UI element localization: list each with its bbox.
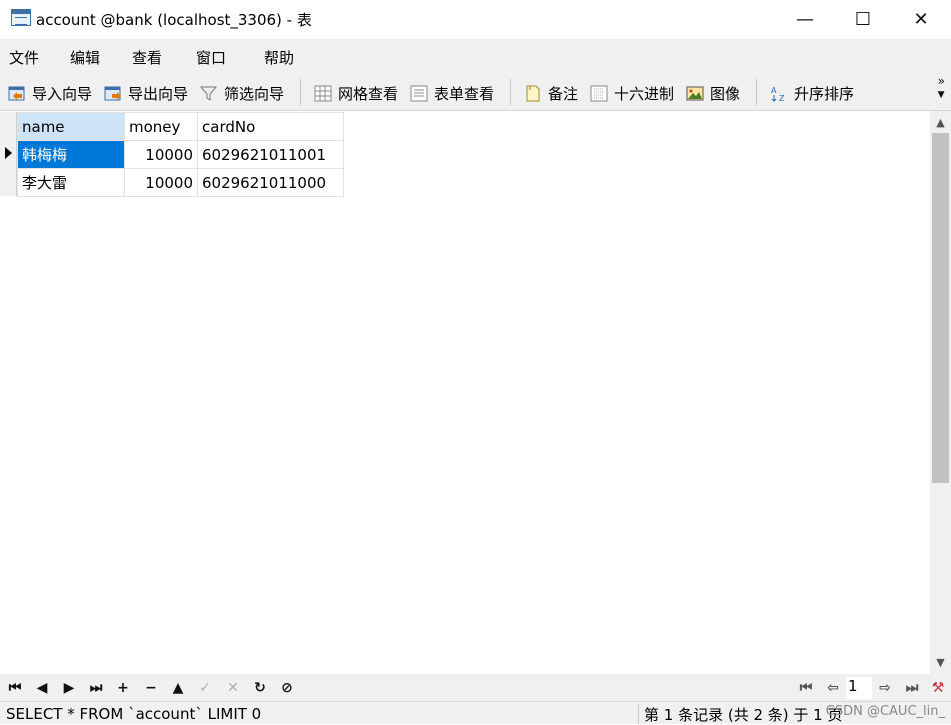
maximize-button[interactable]: ☐: [834, 0, 892, 39]
menu-help[interactable]: 帮助: [264, 47, 294, 68]
memo-label: 备注: [548, 84, 579, 103]
import-wizard-button[interactable]: 导入向导: [8, 82, 92, 104]
form-view-label: 表单查看: [434, 84, 495, 103]
hex-label: 十六进制: [614, 84, 675, 103]
svg-text:Z: Z: [779, 94, 785, 102]
export-icon: [104, 85, 122, 102]
hex-icon: [590, 85, 608, 102]
delete-record-icon[interactable]: −: [140, 677, 162, 699]
export-label: 导出向导: [128, 84, 189, 103]
filter-wizard-button[interactable]: 筛选向导: [199, 82, 285, 104]
table-window: account @bank (localhost_3306) - 表 — ☐ ✕…: [0, 0, 951, 724]
close-button[interactable]: ✕: [892, 0, 950, 39]
toolbar-divider: [510, 79, 511, 105]
hex-button[interactable]: 十六进制: [590, 82, 674, 104]
table-row[interactable]: 韩梅梅 10000 6029621011001: [17, 140, 344, 169]
data-grid[interactable]: name money cardNo 韩梅梅 10000 602962101100…: [0, 111, 930, 674]
apply-changes-icon[interactable]: ✓: [194, 677, 216, 699]
column-header-row: name money cardNo: [17, 112, 344, 141]
vertical-scrollbar[interactable]: ▲ ▼: [930, 111, 951, 674]
menu-window[interactable]: 窗口: [196, 47, 226, 68]
scroll-down-icon[interactable]: ▼: [930, 656, 951, 669]
svg-text:A: A: [771, 86, 777, 95]
refresh-icon[interactable]: ↻: [249, 677, 271, 699]
column-header-name[interactable]: name: [17, 112, 125, 141]
discard-changes-icon[interactable]: ✕: [222, 677, 244, 699]
minimize-button[interactable]: —: [776, 0, 834, 39]
import-label: 导入向导: [32, 84, 93, 103]
stop-icon[interactable]: ⊘: [276, 677, 298, 699]
window-title: account @bank (localhost_3306) - 表: [36, 11, 312, 29]
menu-bar: 文件 编辑 查看 窗口 帮助: [0, 39, 951, 73]
next-record-icon[interactable]: ▶: [58, 677, 80, 699]
record-count-text: 第 1 条记录 (共 2 条) 于 1 页: [638, 704, 842, 724]
import-icon: [8, 85, 26, 102]
image-button[interactable]: 图像: [686, 82, 740, 104]
next-page-icon[interactable]: ⇨: [874, 677, 896, 699]
cell-name[interactable]: 韩梅梅: [17, 140, 125, 169]
menu-file[interactable]: 文件: [9, 47, 39, 68]
table-icon: [11, 9, 31, 26]
column-header-money[interactable]: money: [124, 112, 198, 141]
grid-icon: [314, 85, 332, 102]
record-navigation-bar: ⏮ ◀ ▶ ⏭ + − ▲ ✓ ✕ ↻ ⊘ ⏮ ⇦ 1 ⇨ ⏭ ⚒: [0, 674, 951, 701]
previous-page-icon[interactable]: ⇦: [822, 677, 844, 699]
last-page-icon[interactable]: ⏭: [901, 677, 923, 699]
toolbar-divider: [300, 79, 301, 105]
page-number-input[interactable]: 1: [846, 677, 872, 699]
settings-tools-icon[interactable]: ⚒: [927, 677, 949, 699]
toolbar-divider: [756, 79, 757, 105]
records-table: name money cardNo 韩梅梅 10000 602962101100…: [17, 112, 344, 197]
grid-view-label: 网格查看: [338, 84, 399, 103]
table-row[interactable]: 李大雷 10000 6029621011000: [17, 168, 344, 197]
current-row-indicator-icon: [5, 147, 12, 159]
toolbar-overflow-button[interactable]: » ▼: [938, 75, 945, 101]
scrollbar-thumb[interactable]: [932, 133, 949, 483]
column-header-cardno[interactable]: cardNo: [197, 112, 344, 141]
first-page-icon[interactable]: ⏮: [795, 677, 817, 699]
dropdown-arrow-icon: ▼: [937, 90, 945, 100]
cell-cardno[interactable]: 6029621011001: [197, 140, 344, 169]
sort-ascending-button[interactable]: AZ 升序排序: [770, 82, 854, 104]
add-record-icon[interactable]: +: [112, 677, 134, 699]
cell-name[interactable]: 李大雷: [17, 168, 125, 197]
filter-label: 筛选向导: [224, 84, 285, 103]
menu-view[interactable]: 查看: [132, 47, 162, 68]
title-bar: account @bank (localhost_3306) - 表 — ☐ ✕: [0, 0, 951, 39]
menu-edit[interactable]: 编辑: [70, 47, 100, 68]
scroll-up-icon[interactable]: ▲: [930, 116, 951, 129]
sort-ascending-icon: AZ: [770, 85, 788, 103]
filter-icon: [199, 85, 218, 102]
form-icon: [410, 85, 428, 102]
cell-money[interactable]: 10000: [124, 168, 198, 197]
image-label: 图像: [710, 84, 741, 103]
chevron-right-icon: »: [937, 74, 945, 88]
grid-view-button[interactable]: 网格查看: [314, 82, 398, 104]
form-view-button[interactable]: 表单查看: [410, 82, 494, 104]
export-wizard-button[interactable]: 导出向导: [104, 82, 188, 104]
sort-ascending-label: 升序排序: [794, 84, 855, 103]
image-icon: [686, 85, 704, 102]
status-bar: SELECT * FROM `account` LIMIT 0 第 1 条记录 …: [0, 701, 951, 724]
sql-query-text: SELECT * FROM `account` LIMIT 0: [6, 705, 262, 723]
memo-button[interactable]: 备注: [524, 82, 578, 104]
first-record-icon[interactable]: ⏮: [4, 677, 26, 699]
last-record-icon[interactable]: ⏭: [85, 677, 107, 699]
move-up-icon[interactable]: ▲: [167, 677, 189, 699]
watermark: CSDN @CAUC_lin_: [825, 704, 945, 719]
previous-record-icon[interactable]: ◀: [31, 677, 53, 699]
toolbar: 导入向导 导出向导 筛选向导 网格查看 表单查看 备注 十六进制 图像 A Z …: [0, 73, 951, 111]
memo-icon: [524, 85, 542, 102]
cell-cardno[interactable]: 6029621011000: [197, 168, 344, 197]
cell-money[interactable]: 10000: [124, 140, 198, 169]
